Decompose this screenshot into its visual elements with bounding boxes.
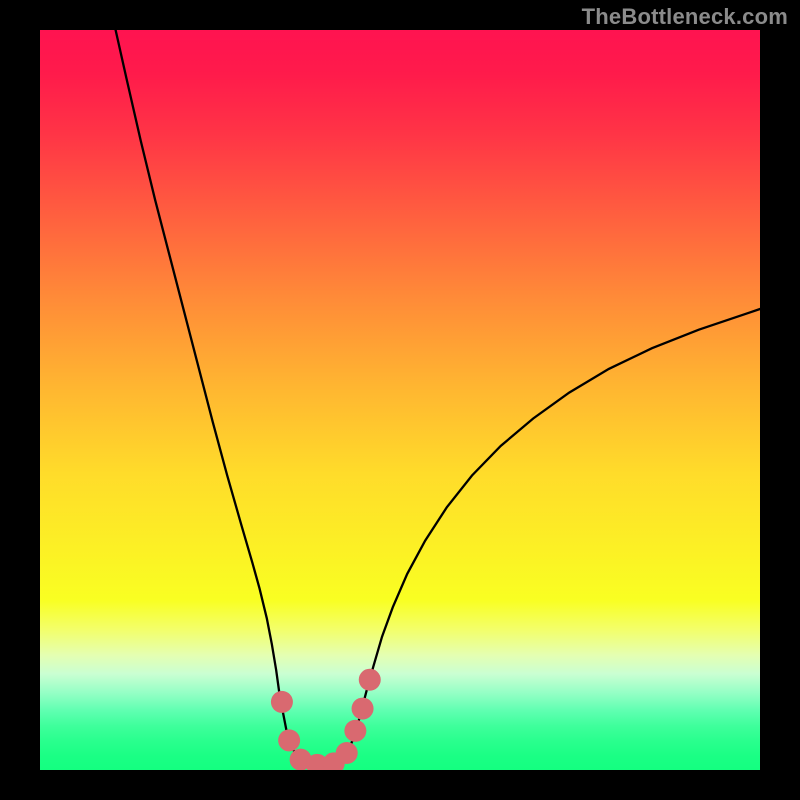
highlight-marker bbox=[344, 720, 366, 742]
highlight-marker bbox=[336, 742, 358, 764]
plot-area bbox=[40, 30, 760, 770]
attribution-label: TheBottleneck.com bbox=[582, 4, 788, 30]
chart-frame: TheBottleneck.com bbox=[0, 0, 800, 800]
highlight-marker bbox=[352, 698, 374, 720]
highlight-marker bbox=[359, 669, 381, 691]
chart-svg bbox=[40, 30, 760, 770]
highlight-marker bbox=[278, 729, 300, 751]
bottleneck-curve bbox=[116, 30, 760, 766]
marker-group bbox=[271, 669, 381, 770]
highlight-marker bbox=[271, 691, 293, 713]
